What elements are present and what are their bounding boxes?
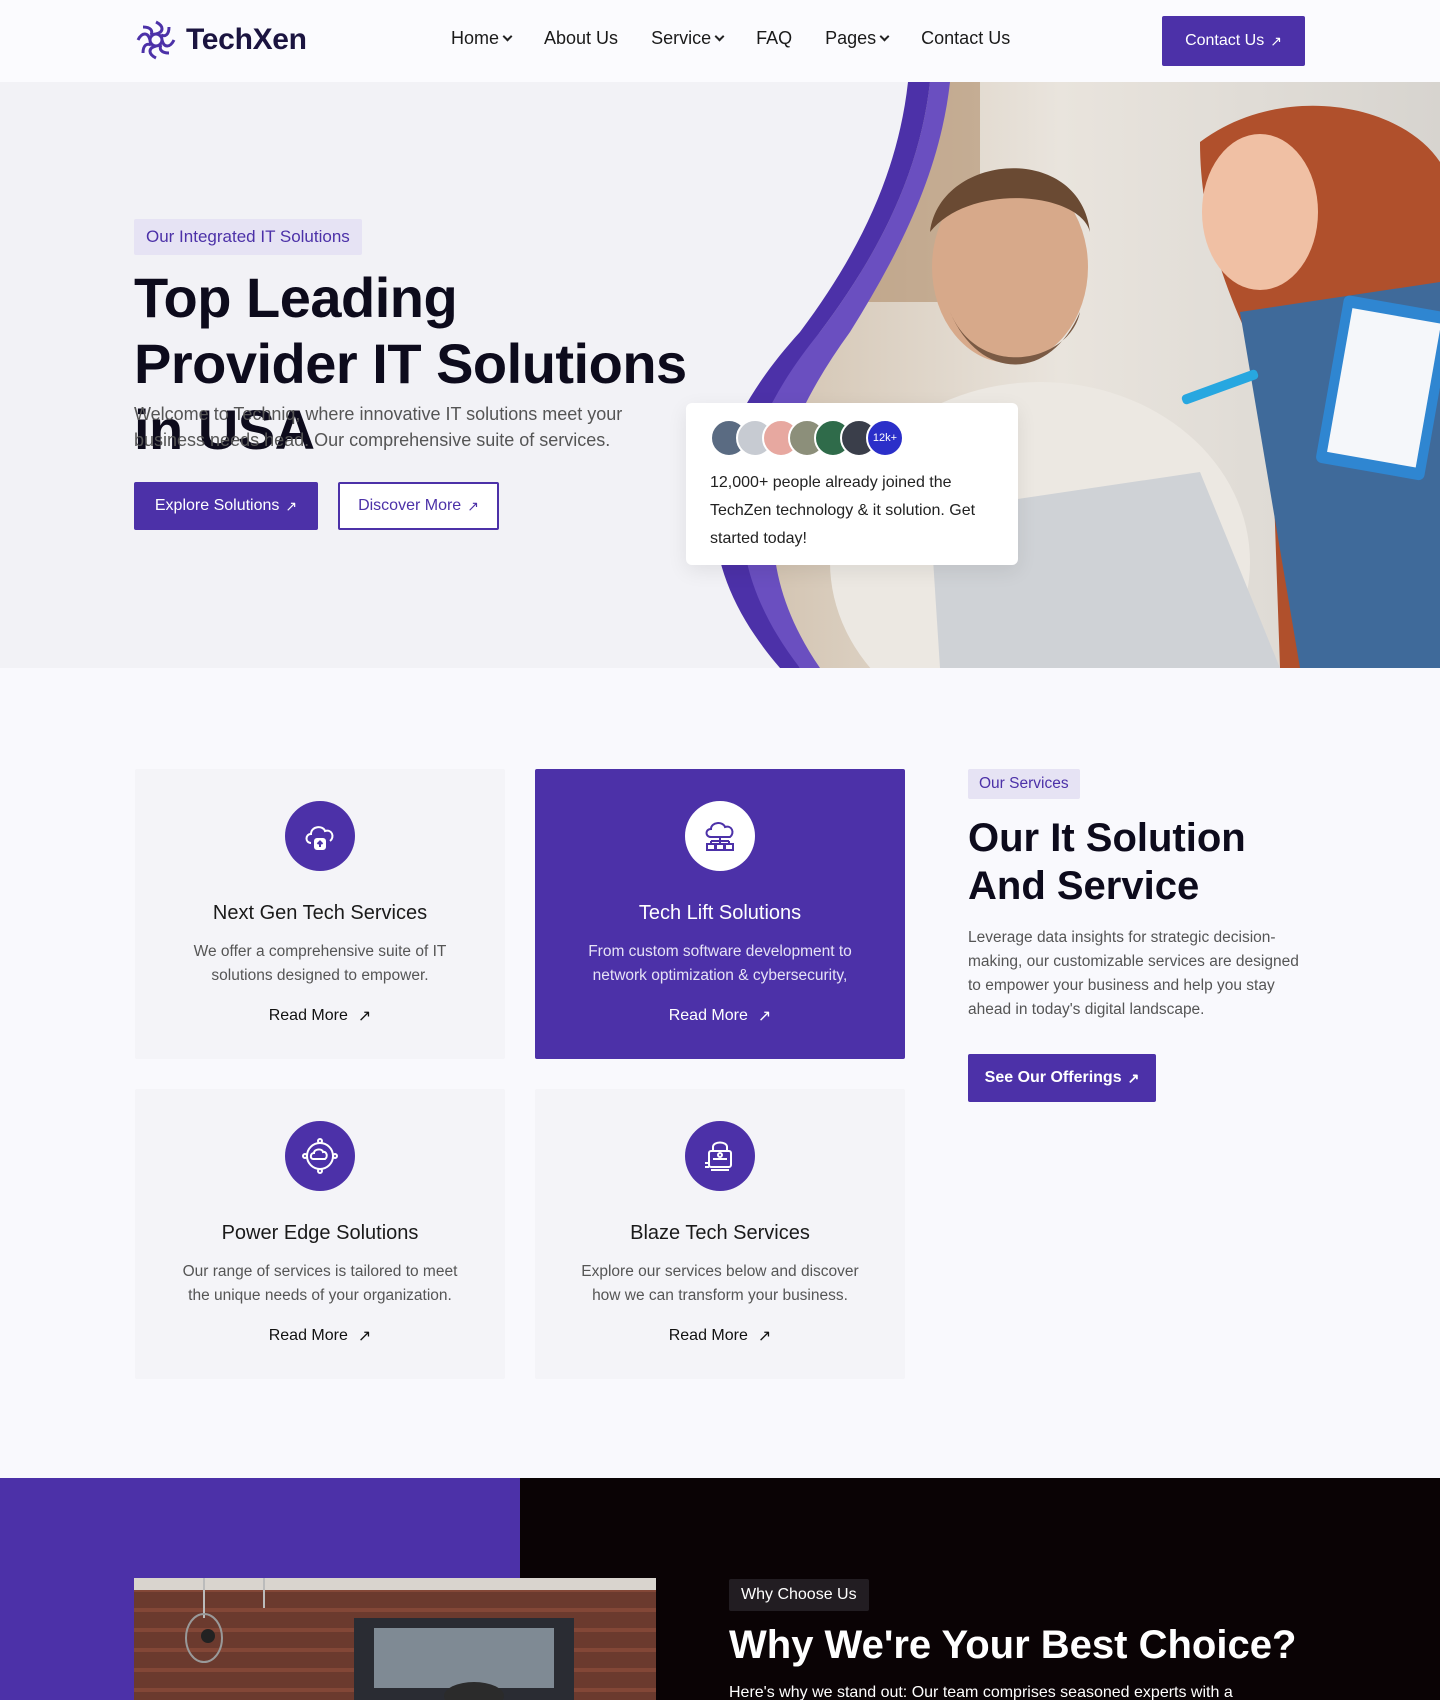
main-nav: Home About Us Service FAQ Pages Contact … [451,28,1010,49]
service-card: Tech Lift Solutions From custom software… [535,769,905,1059]
link-label: Read More [268,1327,348,1344]
service-card-title: Next Gen Tech Services [212,902,428,924]
cloud-server-icon [685,801,755,871]
why-choose-us-section: Why Choose Us Why We're Your Best Choice… [0,1478,1440,1700]
discover-more-button[interactable]: Discover More ↗ [338,482,499,530]
services-tag: Our Services [968,769,1080,799]
joined-users-card: 12k+ 12,000+ people already joined the T… [686,403,1018,565]
arrow-up-right-icon: ↗ [357,1008,372,1025]
office-image [134,1578,656,1700]
chevron-down-icon [879,31,890,42]
site-header: TechXen Home About Us Service FAQ Pages … [0,0,1440,82]
button-label: Discover More [358,497,462,514]
nav-item-service[interactable]: Service [651,28,725,49]
nav-item-about[interactable]: About Us [544,28,618,49]
arrow-up-right-icon: ↗ [757,1328,772,1345]
nav-label: FAQ [756,28,793,48]
service-card-description: Our range of services is tailored to mee… [182,1263,458,1304]
see-offerings-button[interactable]: See Our Offerings ↗ [968,1054,1156,1102]
nav-label: Home [451,28,500,48]
service-card-description: From custom software development to netw… [588,943,852,984]
read-more-link[interactable]: Read More ↗ [535,1006,905,1026]
avatar-group: 12k+ [710,419,994,457]
joined-text: 12,000+ people already joined the TechZe… [710,474,976,547]
hero-tag: Our Integrated IT Solutions [134,219,362,255]
arrow-up-right-icon: ↗ [757,1008,772,1025]
service-card-title: Power Edge Solutions [221,1222,419,1244]
read-more-link[interactable]: Read More ↗ [135,1326,505,1346]
cloud-upload-icon [285,801,355,871]
button-label: Contact Us [1185,32,1265,49]
hero-description: Welcome to Techniq, where innovative IT … [134,404,623,450]
arrow-up-right-icon: ↗ [285,497,298,514]
logo-mark-icon [136,20,176,60]
logo[interactable]: TechXen [134,18,307,62]
nav-label: About Us [544,28,619,48]
arrow-up-right-icon: ↗ [357,1328,372,1345]
services-heading: Our It Solution And Service [968,816,1246,908]
arrow-up-right-icon: ↗ [1127,1069,1140,1086]
link-label: Read More [668,1007,748,1024]
button-label: Explore Solutions [154,497,280,514]
read-more-link[interactable]: Read More ↗ [535,1326,905,1346]
chevron-down-icon [502,31,513,42]
hero-section: Our Integrated IT Solutions Top Leading … [0,82,1440,668]
service-card: Power Edge Solutions Our range of servic… [135,1089,505,1379]
brand-name: TechXen [186,23,307,56]
service-card: Next Gen Tech Services We offer a compre… [135,769,505,1059]
why-text: Here's why we stand out: Our team compri… [729,1684,1233,1700]
secure-server-icon [685,1121,755,1191]
chevron-down-icon [714,31,725,42]
services-text: Leverage data insights for strategic dec… [968,929,1299,1018]
why-tag: Why Choose Us [729,1579,869,1611]
explore-solutions-button[interactable]: Explore Solutions ↗ [134,482,318,530]
arrow-up-right-icon: ↗ [467,497,479,514]
service-card-description: We offer a comprehensive suite of IT sol… [193,943,447,984]
nav-label: Contact Us [921,28,1011,48]
cloud-network-icon [285,1121,355,1191]
link-label: Read More [268,1007,348,1024]
service-card-description: Explore our services below and discover … [581,1263,859,1304]
header-contact-button[interactable]: Contact Us ↗ [1162,16,1305,66]
nav-label: Pages [825,28,877,48]
link-label: Read More [668,1327,748,1344]
why-title: Why We're Your Best Choice? [729,1623,1297,1667]
arrow-up-right-icon: ↗ [1270,32,1282,49]
nav-item-contact[interactable]: Contact Us [921,28,1010,49]
nav-item-faq[interactable]: FAQ [756,28,792,49]
nav-label: Service [651,28,712,48]
hero-image [714,82,1440,668]
nav-item-pages[interactable]: Pages [825,28,890,49]
service-card-title: Tech Lift Solutions [638,902,802,924]
button-label: See Our Offerings [984,1069,1122,1086]
service-card: Blaze Tech Services Explore our services… [535,1089,905,1379]
read-more-link[interactable]: Read More ↗ [135,1006,505,1026]
service-card-title: Blaze Tech Services [630,1222,810,1244]
nav-item-home[interactable]: Home [451,28,513,49]
joined-count-badge: 12k+ [866,419,904,457]
